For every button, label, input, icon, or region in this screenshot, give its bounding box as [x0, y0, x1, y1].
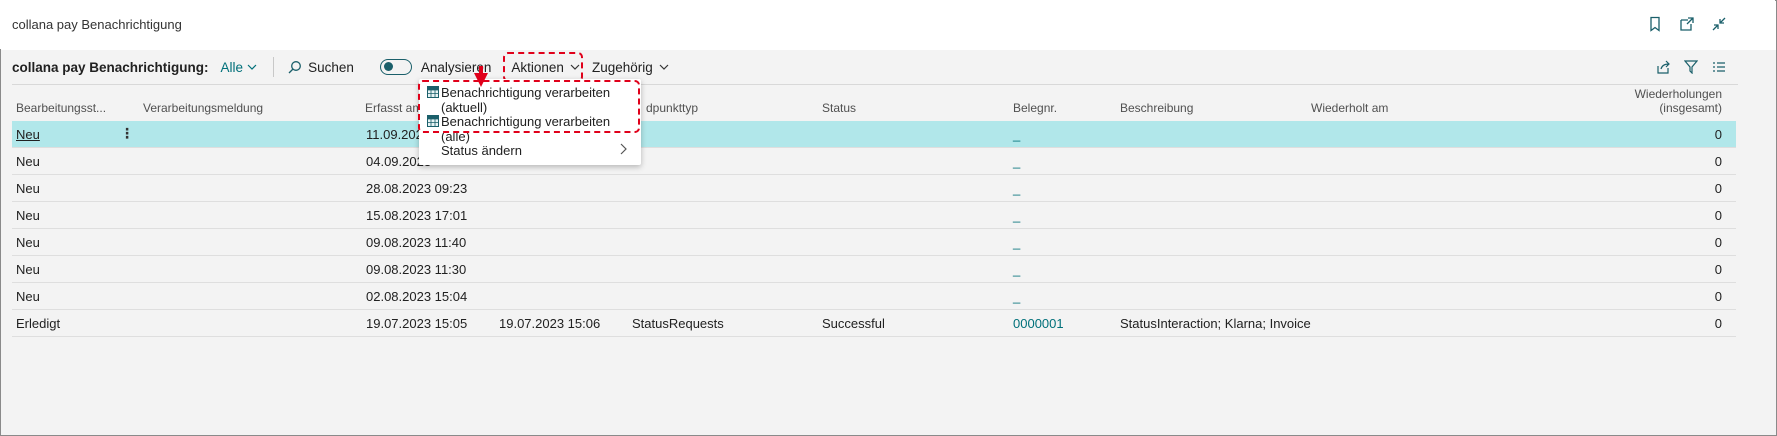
cell-belegnr[interactable]: _ — [1013, 235, 1020, 250]
menu-item-process-all[interactable]: Benachrichtigung verarbeiten (alle) — [419, 108, 641, 144]
col-header-verarbeitungsmeldung[interactable]: Verarbeitungsmeldung — [143, 101, 263, 115]
table-row[interactable]: Neu ⋮ 11.09.2023 _ 0 — [12, 121, 1736, 148]
table-row[interactable]: Neu 09.08.2023 11:30 _ 0 — [12, 256, 1736, 283]
table-row[interactable]: Neu 04.09.2023 _ 0 — [12, 148, 1736, 175]
cell-status-proc: Neu — [16, 208, 40, 223]
cell-status-proc: Neu — [16, 181, 40, 196]
cell-status-proc[interactable]: Neu — [16, 127, 40, 142]
title-actions — [1647, 16, 1727, 32]
cell-erfasst: 15.08.2023 17:01 — [366, 208, 468, 223]
cell-erfasst: 09.08.2023 11:30 — [366, 262, 467, 277]
highlight-box — [503, 51, 584, 82]
cell-status-proc: Neu — [16, 262, 40, 277]
chevron-down-icon — [659, 64, 669, 70]
chevron-right-icon — [620, 143, 627, 155]
search-button[interactable]: Suchen — [288, 60, 354, 75]
cell-status-proc: Neu — [16, 154, 40, 169]
cell-status: Successful — [822, 316, 885, 331]
table-row[interactable]: Neu 28.08.2023 09:23 _ 0 — [12, 175, 1736, 202]
arrow-icon — [474, 66, 488, 87]
cell-belegnr[interactable]: 0000001 — [1013, 316, 1064, 331]
menu-item-process-current[interactable]: Benachrichtigung verarbeiten (aktuell) — [419, 79, 641, 115]
list-view-icon[interactable] — [1712, 60, 1726, 74]
list-tools — [1656, 60, 1726, 74]
col-header-belegnr[interactable]: Belegnr. — [1013, 101, 1057, 115]
data-table: Bearbeitungsst... Verarbeitungsmeldung E… — [12, 85, 1736, 337]
col-header-endpunkttyp[interactable]: dpunkttyp — [646, 101, 698, 115]
table-row[interactable]: Neu 15.08.2023 17:01 _ 0 — [12, 202, 1736, 229]
more-options-icon[interactable]: ⋮ — [120, 125, 134, 142]
cell-wiederholungen: 0 — [1714, 208, 1722, 223]
action-bar: collana pay Benachrichtigung: Alle Suche… — [12, 50, 1738, 85]
cell-status-proc: Neu — [16, 289, 40, 304]
related-menu-button[interactable]: Zugehörig — [592, 60, 669, 75]
chevron-down-icon — [247, 64, 257, 70]
bookmark-icon[interactable] — [1647, 16, 1663, 32]
collapse-icon[interactable] — [1711, 16, 1727, 32]
col-header-wiederholungen[interactable]: Wiederholungen (insgesamt) — [1635, 87, 1722, 115]
cell-erfasst: 28.08.2023 09:23 — [366, 181, 468, 196]
col-header-bearbeitungsstatus[interactable]: Bearbeitungsst... — [16, 101, 106, 115]
open-new-window-icon[interactable] — [1679, 16, 1695, 32]
list-name-label: collana pay Benachrichtigung: — [12, 59, 209, 75]
actions-menu-button[interactable]: Aktionen — [503, 51, 586, 82]
cell-status-proc: Erledigt — [16, 316, 61, 331]
cell-wiederholungen: 0 — [1714, 235, 1722, 250]
view-selector[interactable]: Alle — [221, 60, 258, 75]
analyse-toggle[interactable] — [379, 59, 412, 75]
table-row[interactable]: Neu 09.08.2023 11:40 _ 0 — [12, 229, 1736, 256]
cell-wiederholungen: 0 — [1714, 181, 1722, 196]
related-label: Zugehörig — [591, 59, 653, 75]
cell-belegnr[interactable]: _ — [1013, 181, 1020, 196]
cell-erfasst: 09.08.2023 11:40 — [366, 235, 467, 250]
cell-endpunkt: StatusRequests — [632, 316, 724, 331]
col-header-beschreibung[interactable]: Beschreibung — [1120, 101, 1193, 115]
cell-verarbeitet: 19.07.2023 15:06 — [499, 316, 601, 331]
search-label: Suchen — [308, 59, 354, 75]
cell-wiederholungen: 0 — [1714, 316, 1722, 331]
table-row[interactable]: Neu 02.08.2023 15:04 _ 0 — [12, 283, 1736, 310]
search-icon — [288, 61, 302, 74]
cell-status-proc: Neu — [16, 235, 40, 250]
view-label: Alle — [220, 59, 244, 75]
cell-wiederholungen: 0 — [1714, 154, 1722, 169]
cell-erfasst: 19.07.2023 15:05 — [366, 316, 468, 331]
cell-beschreibung: StatusInteraction; Klarna; Invoice — [1120, 316, 1311, 331]
cell-erfasst: 02.08.2023 15:04 — [366, 289, 468, 304]
col-header-wiederholt-am[interactable]: Wiederholt am — [1311, 101, 1388, 115]
cell-belegnr[interactable]: _ — [1013, 289, 1020, 304]
table-icon — [427, 86, 439, 98]
cell-belegnr[interactable]: _ — [1013, 127, 1020, 142]
list-content: collana pay Benachrichtigung: Alle Suche… — [1, 50, 1776, 435]
cell-belegnr[interactable]: _ — [1013, 208, 1020, 223]
page-title: collana pay Benachrichtigung — [12, 17, 182, 32]
cell-wiederholungen: 0 — [1714, 127, 1722, 142]
cell-belegnr[interactable]: _ — [1013, 154, 1020, 169]
table-header: Bearbeitungsst... Verarbeitungsmeldung E… — [12, 85, 1736, 121]
divider — [273, 57, 275, 77]
filter-icon[interactable] — [1684, 60, 1698, 74]
toggle-knob — [383, 62, 393, 71]
table-icon — [427, 115, 439, 127]
cell-belegnr[interactable]: _ — [1013, 262, 1020, 277]
table-row[interactable]: Erledigt 19.07.2023 15:05 19.07.2023 15:… — [12, 310, 1736, 337]
title-bar: collana pay Benachrichtigung — [0, 0, 1775, 49]
col-header-erfasst-am[interactable]: Erfasst am — [365, 101, 422, 115]
actions-dropdown-menu: Benachrichtigung verarbeiten (aktuell) B… — [419, 79, 641, 165]
menu-item-change-status[interactable]: Status ändern — [419, 137, 641, 165]
col-header-wiederholungen-line2: (insgesamt) — [1659, 101, 1722, 115]
col-header-status[interactable]: Status — [822, 101, 856, 115]
share-icon[interactable] — [1656, 60, 1670, 74]
col-header-wiederholungen-line1: Wiederholungen — [1634, 87, 1722, 101]
cell-wiederholungen: 0 — [1714, 262, 1722, 277]
menu-item-label: Status ändern — [441, 143, 522, 158]
cell-wiederholungen: 0 — [1714, 289, 1722, 304]
